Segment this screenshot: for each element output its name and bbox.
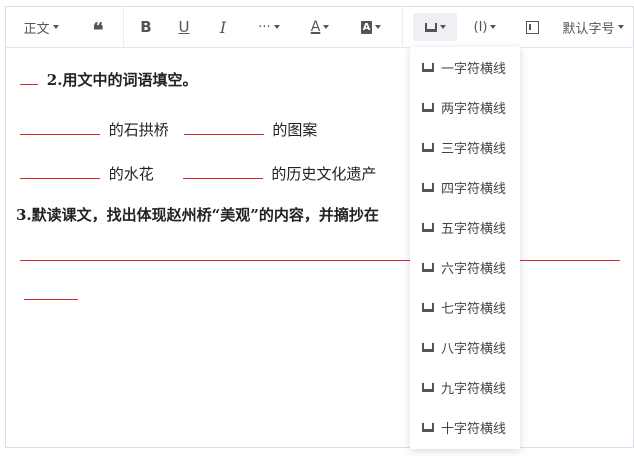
menu-item-label: 六字符横线	[441, 261, 507, 277]
font-color-button[interactable]: A	[306, 13, 334, 41]
underline-blank-icon	[422, 182, 434, 192]
menu-item-label: 九字符横线	[441, 381, 507, 397]
menu-item-label: 十字符横线	[441, 421, 507, 437]
chevron-down-icon	[273, 25, 280, 29]
underline-blank-icon	[422, 62, 434, 72]
underline-blank-icon	[422, 382, 434, 392]
question-3-line: 3.默读课文，找出体现赵州桥“美观”的内容，并摘抄在	[16, 204, 379, 225]
underline-blank-icon	[422, 142, 434, 152]
editor-toolbar: 正文 ❝ B U I ··· A A (I) 默认字号	[6, 7, 633, 48]
paragraph-style-label: 正文	[23, 21, 50, 37]
menu-item-10-char-line[interactable]: 十字符横线	[410, 407, 520, 447]
formula-icon: (I)	[473, 19, 488, 35]
answer-blank[interactable]	[182, 163, 263, 179]
underline-dropdown-menu: 一字符横线 两字符横线 三字符横线 四字符横线 五字符横线 六字符横线 七字符横…	[410, 47, 520, 449]
chevron-down-icon	[375, 25, 382, 29]
fill-line-1: 的石拱桥 的图案	[20, 119, 317, 140]
underline-icon: U	[178, 18, 190, 36]
more-icon: ···	[258, 19, 271, 35]
font-size-select[interactable]: 默认字号	[558, 13, 628, 41]
fill-text-4: 的历史文化遗产	[271, 165, 377, 183]
question-2-line: 2.用文中的词语填空。	[20, 69, 197, 90]
font-color-icon: A	[310, 19, 321, 35]
toolbar-divider	[123, 7, 124, 48]
fill-line-2: 的水花 的历史文化遗产	[20, 163, 376, 184]
font-size-label: 默认字号	[562, 21, 615, 37]
menu-item-5-char-line[interactable]: 五字符横线	[410, 207, 520, 247]
menu-item-label: 一字符横线	[441, 61, 507, 77]
question-2-label: 2.用文中的词语填空。	[46, 71, 198, 89]
fill-text-3: 的水花	[108, 165, 154, 183]
menu-item-7-char-line[interactable]: 七字符横线	[410, 287, 520, 327]
answer-line-short[interactable]	[24, 299, 78, 300]
bold-icon: B	[140, 18, 152, 36]
menu-item-8-char-line[interactable]: 八字符横线	[410, 327, 520, 367]
italic-icon: I	[219, 17, 227, 37]
menu-item-label: 三字符横线	[441, 141, 507, 157]
menu-item-label: 八字符横线	[441, 341, 507, 357]
menu-item-9-char-line[interactable]: 九字符横线	[410, 367, 520, 407]
question-3-label: 3.默读课文，找出体现赵州桥“美观”的内容，并摘抄在	[16, 206, 379, 224]
layout-button[interactable]	[520, 13, 544, 41]
answer-blank[interactable]	[20, 119, 100, 135]
quote-icon: ❝	[92, 18, 104, 42]
answer-line-long[interactable]	[20, 260, 620, 261]
quote-button[interactable]: ❝	[86, 13, 110, 41]
answer-blank[interactable]	[183, 119, 264, 135]
paragraph-style-select[interactable]: 正文	[18, 13, 64, 41]
underline-blank-icon	[422, 422, 434, 432]
menu-item-2-char-line[interactable]: 两字符横线	[410, 87, 520, 127]
menu-item-label: 七字符横线	[441, 301, 507, 317]
chevron-down-icon	[490, 25, 497, 29]
underline-blank-button[interactable]	[413, 13, 457, 41]
answer-blank[interactable]	[20, 69, 38, 85]
menu-item-4-char-line[interactable]: 四字符横线	[410, 167, 520, 207]
editor-frame: 正文 ❝ B U I ··· A A (I) 默认字号 2.用文中的词语填空。 …	[5, 6, 634, 448]
formula-button[interactable]: (I)	[468, 13, 502, 41]
underline-blank-icon	[422, 302, 434, 312]
underline-blank-icon	[424, 22, 437, 32]
menu-item-3-char-line[interactable]: 三字符横线	[410, 127, 520, 167]
chevron-down-icon	[52, 25, 59, 29]
underline-blank-icon	[422, 262, 434, 272]
fill-text-2: 的图案	[272, 121, 318, 139]
underline-blank-icon	[422, 342, 434, 352]
answer-blank[interactable]	[20, 163, 100, 179]
background-color-icon: A	[360, 20, 373, 34]
editor-content[interactable]: 2.用文中的词语填空。 的石拱桥 的图案 的水花 的历史文化遗产 3.默读课文，…	[6, 49, 633, 447]
menu-item-6-char-line[interactable]: 六字符横线	[410, 247, 520, 287]
underline-blank-icon	[422, 222, 434, 232]
background-color-button[interactable]: A	[356, 13, 386, 41]
underline-blank-icon	[422, 102, 434, 112]
bold-button[interactable]: B	[134, 13, 158, 41]
chevron-down-icon	[617, 25, 624, 29]
toolbar-divider	[402, 7, 403, 48]
chevron-down-icon	[439, 25, 446, 29]
italic-button[interactable]: I	[211, 13, 235, 41]
fill-text-1: 的石拱桥	[108, 121, 169, 139]
more-button[interactable]: ···	[251, 13, 287, 41]
layout-icon	[525, 20, 539, 34]
menu-item-label: 五字符横线	[441, 221, 507, 237]
underline-button[interactable]: U	[172, 13, 196, 41]
menu-item-label: 两字符横线	[441, 101, 507, 117]
menu-item-1-char-line[interactable]: 一字符横线	[410, 47, 520, 87]
chevron-down-icon	[323, 25, 330, 29]
menu-item-label: 四字符横线	[441, 181, 507, 197]
